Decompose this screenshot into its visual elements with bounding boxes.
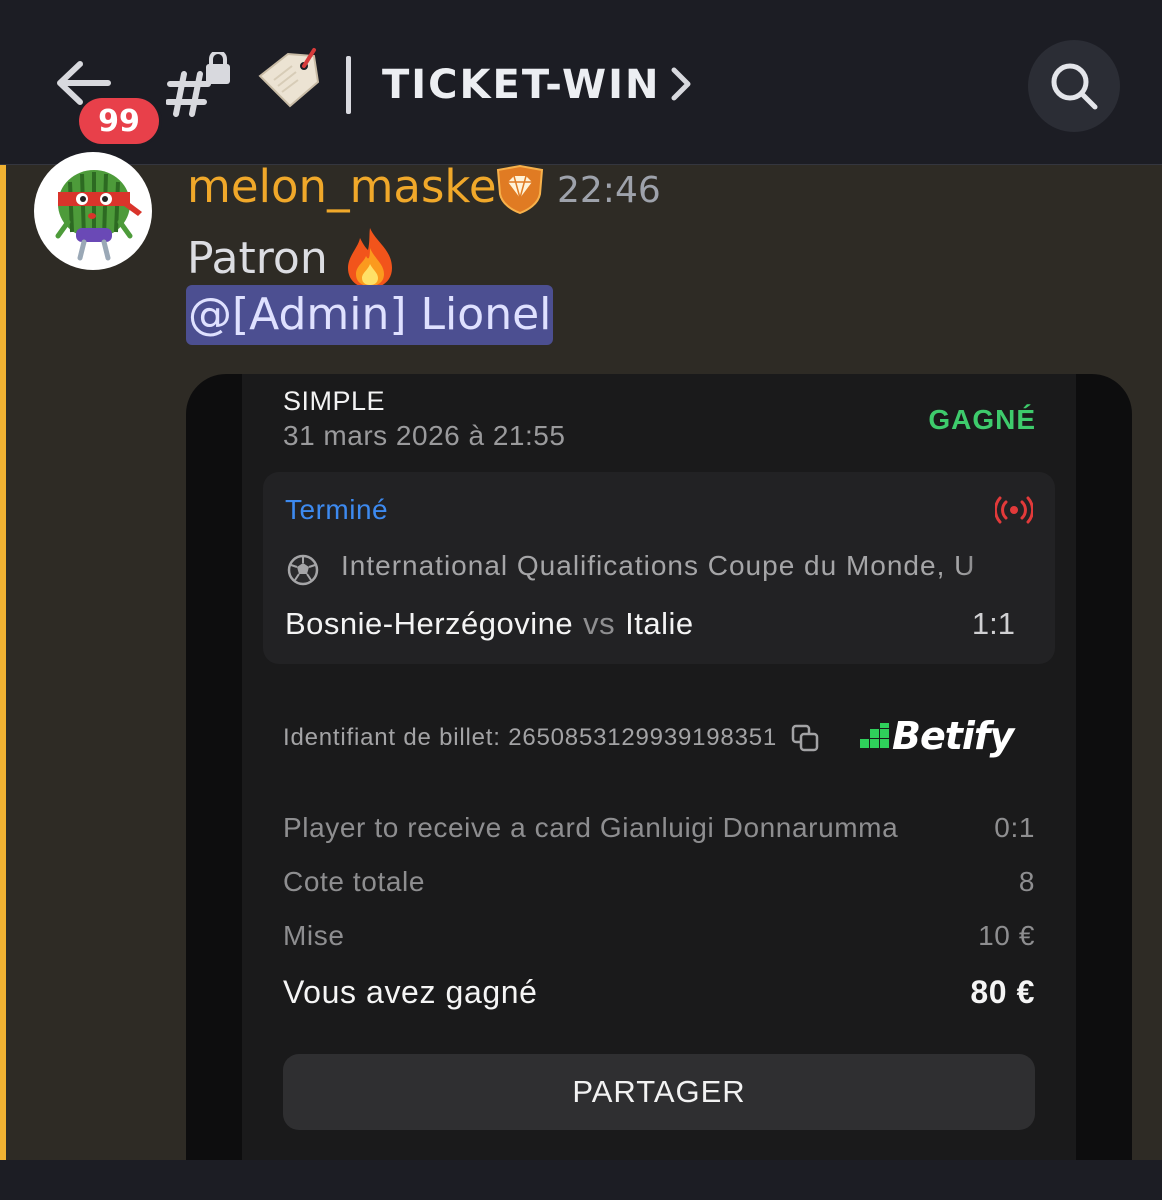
selection-row: Player to receive a card Gianluigi Donna…	[283, 812, 1035, 844]
avatar[interactable]	[34, 152, 152, 270]
search-button[interactable]	[1028, 40, 1120, 132]
stake-row: Mise 10 €	[283, 920, 1035, 952]
match-score: 1:1	[971, 606, 1015, 641]
message-text: Patron	[187, 232, 328, 284]
role-badge-icon[interactable]	[494, 164, 546, 214]
private-channel-icon	[166, 52, 230, 117]
unread-badge: 99	[79, 98, 159, 144]
message-timestamp: 22:46	[557, 170, 661, 211]
bet-ticket: SIMPLE 31 mars 2026 à 21:55 GAGNÉ Termin…	[242, 374, 1076, 1160]
copy-icon[interactable]	[791, 724, 819, 752]
match-card: Terminé International Qualifications Cou…	[263, 472, 1055, 664]
bottom-bar	[0, 1160, 1162, 1200]
total-odds-value: 8	[1018, 866, 1035, 897]
home-team: Bosnie-Herzégovine	[285, 606, 574, 641]
bet-date: 31 mars 2026 à 21:55	[283, 420, 566, 451]
search-icon	[1051, 63, 1098, 110]
fire-emoji-icon	[347, 228, 392, 288]
message-author[interactable]: melon_maske	[187, 160, 497, 213]
header-divider	[346, 56, 351, 114]
selection-value: 0:1	[994, 812, 1035, 843]
brand-name: Betify	[892, 714, 1014, 758]
channel-header: 99 TICKET-WIN	[0, 0, 1162, 165]
mention-highlight-bar	[0, 165, 6, 1160]
ticket-id-text: Identifiant de billet: 26508531299391983…	[283, 724, 778, 751]
league-name: International Qualifications Coupe du Mo…	[341, 550, 976, 581]
image-attachment[interactable]: SIMPLE 31 mars 2026 à 21:55 GAGNÉ Termin…	[186, 374, 1132, 1160]
total-odds-row: Cote totale 8	[283, 866, 1035, 898]
stake-label: Mise	[283, 920, 345, 951]
betify-logo-icon	[860, 723, 889, 748]
watermelon-avatar-icon	[55, 170, 142, 261]
chevron-right-icon[interactable]	[668, 66, 694, 102]
channel-name[interactable]: TICKET-WIN	[382, 62, 661, 108]
live-broadcast-icon	[995, 496, 1033, 524]
bet-result-status: GAGNÉ	[928, 404, 1036, 435]
winnings-label: Vous avez gagné	[283, 974, 538, 1010]
ticket-tag-icon	[258, 48, 320, 108]
brand-logo: Betify	[860, 712, 1014, 760]
winnings-value: 80 €	[970, 974, 1035, 1010]
stake-value: 10 €	[978, 920, 1035, 951]
message-content: Patron	[187, 226, 398, 290]
selection-label: Player to receive a card Gianluigi Donna…	[283, 812, 899, 843]
ticket-identifier: Identifiant de billet: 26508531299391983…	[283, 724, 819, 752]
share-button[interactable]: PARTAGER	[283, 1054, 1035, 1130]
user-mention[interactable]: @[Admin] Lionel	[186, 285, 554, 345]
bet-type: SIMPLE	[283, 386, 386, 416]
away-team: Italie	[625, 606, 694, 641]
soccer-ball-icon	[287, 554, 319, 586]
match-teams: Bosnie-Herzégovine vs Italie	[285, 606, 694, 642]
total-odds-label: Cote totale	[283, 866, 426, 897]
match-state: Terminé	[285, 494, 389, 525]
winnings-row: Vous avez gagné 80 €	[283, 974, 1035, 1011]
versus-label: vs	[583, 606, 616, 641]
